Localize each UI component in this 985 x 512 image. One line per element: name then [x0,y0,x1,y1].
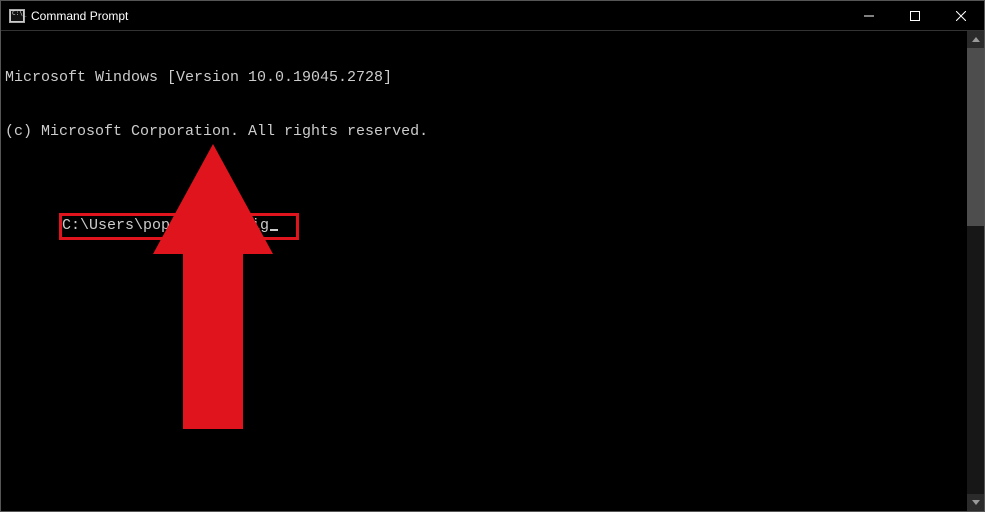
terminal-output[interactable]: Microsoft Windows [Version 10.0.19045.27… [1,31,967,511]
close-icon [956,11,966,21]
prompt-path: C:\Users\popaa> [62,217,197,234]
command-prompt-window: Command Prompt Microsoft Windows [Versio… [0,0,985,512]
scroll-track[interactable] [967,48,984,494]
arrow-annotation [81,126,273,453]
titlebar[interactable]: Command Prompt [1,1,984,31]
maximize-button[interactable] [892,1,938,30]
cmd-icon [9,9,25,23]
typed-command: ipconfig [197,217,269,234]
scroll-up-arrow-icon[interactable] [967,31,984,48]
scroll-thumb[interactable] [967,48,984,226]
minimize-icon [864,11,874,21]
blank-line [5,177,967,195]
vertical-scrollbar[interactable] [967,31,984,511]
highlight-annotation: C:\Users\popaa>ipconfig [59,213,299,240]
window-title: Command Prompt [31,9,128,23]
text-cursor [270,229,278,231]
maximize-icon [910,11,920,21]
version-line: Microsoft Windows [Version 10.0.19045.27… [5,69,967,87]
content-area: Microsoft Windows [Version 10.0.19045.27… [1,31,984,511]
window-controls [846,1,984,30]
copyright-line: (c) Microsoft Corporation. All rights re… [5,123,967,141]
minimize-button[interactable] [846,1,892,30]
close-button[interactable] [938,1,984,30]
scroll-down-arrow-icon[interactable] [967,494,984,511]
prompt-line: C:\Users\popaa>ipconfig [62,216,288,236]
